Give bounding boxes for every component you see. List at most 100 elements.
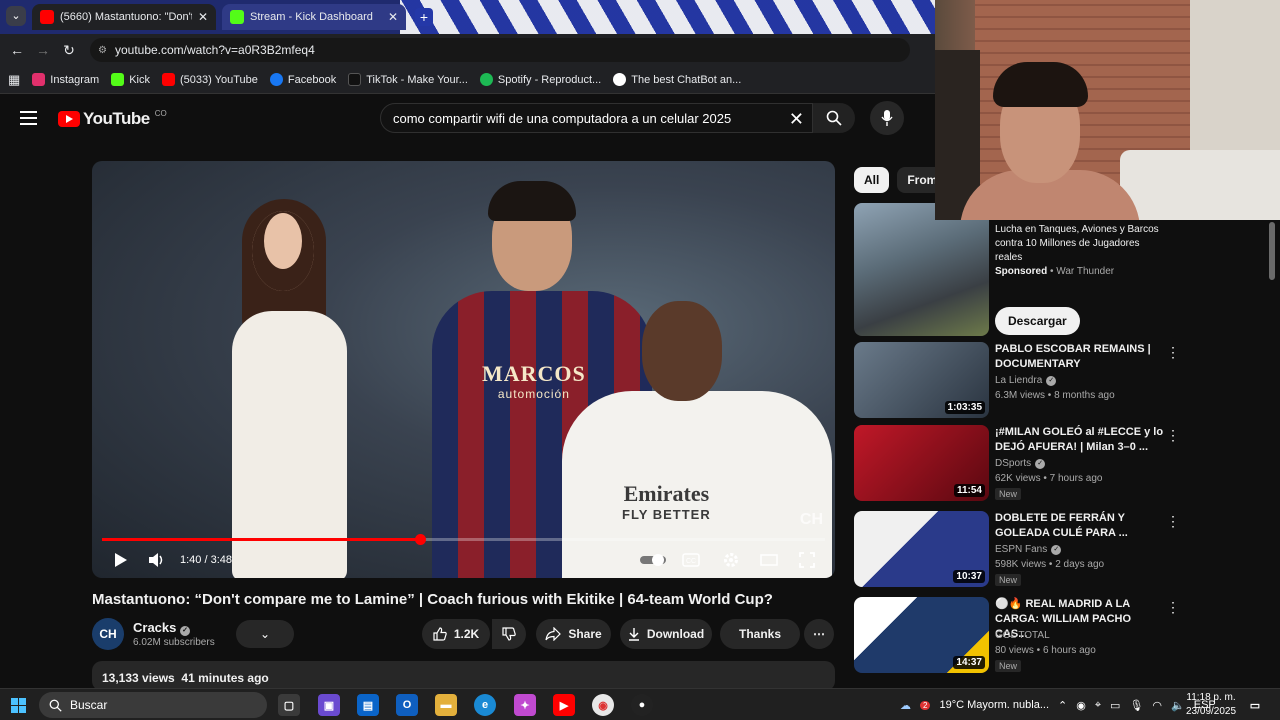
ad-download-button[interactable]: Descargar [995,307,1080,335]
voice-search-button[interactable] [870,101,904,135]
weather-icon[interactable]: ☁ [900,699,911,712]
dislike-button[interactable] [492,619,526,649]
more-vertical-icon[interactable]: ⋮ [1166,427,1180,444]
reload-icon[interactable]: ↻ [56,42,82,59]
related-channel[interactable]: GOL TOTAL [995,630,1050,641]
tab-search-button[interactable]: ⌄ [6,6,26,26]
related-video[interactable]: 1:03:35 PABLO ESCOBAR REMAINS | DOCUMENT… [854,342,1280,420]
close-icon[interactable]: ✕ [198,10,208,24]
back-arrow-icon[interactable]: ← [4,42,30,58]
site-info-icon[interactable]: ⚙ [98,45,107,56]
related-title[interactable]: ¡#MILAN GOLEÓ al #LECCE y lo DEJÓ AFUERA… [995,425,1165,455]
bookmark-youtube[interactable]: (5033) YouTube [162,73,258,86]
copilot-icon[interactable]: ✦ [514,694,536,716]
subtitles-button[interactable]: CC [680,545,702,575]
battery-icon[interactable]: ▭ [1110,699,1120,712]
more-vertical-icon[interactable]: ⋮ [1166,344,1180,361]
outlook-icon[interactable]: O [396,694,418,716]
sidebar-scrollbar[interactable] [1268,220,1276,685]
subscription-dropdown[interactable]: ⌄ [236,620,294,648]
fullscreen-icon [799,552,815,568]
close-icon[interactable]: ✕ [388,10,398,24]
thanks-button[interactable]: Thanks [720,619,800,649]
progress-bar[interactable] [102,534,825,545]
autoplay-icon [640,554,666,566]
related-title[interactable]: PABLO ESCOBAR REMAINS | DOCUMENTARY [995,342,1165,372]
chrome-icon[interactable]: ◉ [592,694,614,716]
tab-kick[interactable]: Stream - Kick Dashboard ✕ [222,4,406,30]
store-icon[interactable]: ▤ [357,694,379,716]
related-channel[interactable]: La Liendra ✓ [995,375,1057,386]
share-button[interactable]: Share [536,619,611,649]
autoplay-toggle[interactable] [640,545,666,575]
ad-text: Lucha en Tanques, Aviones y Barcos contr… [995,224,1159,263]
channel-watermark: CH [799,511,823,528]
theater-mode-button[interactable] [758,545,780,575]
video-thumbnail[interactable]: 11:54 [854,425,989,501]
fullscreen-button[interactable] [796,545,818,575]
related-title[interactable]: DOBLETE DE FERRÁN Y GOLEADA CULÉ PARA ..… [995,511,1165,541]
mic-tray-icon[interactable]: 🎙 [1129,699,1143,712]
settings-button[interactable] [720,545,742,575]
clear-search-icon[interactable]: ✕ [789,109,804,130]
weather-text[interactable]: 19°C Mayorm. nubla... [939,699,1049,711]
related-video[interactable]: 11:54 ¡#MILAN GOLEÓ al #LECCE y lo DEJÓ … [854,425,1280,503]
chevron-up-icon[interactable]: ⌃ [1058,699,1067,712]
search-button[interactable] [813,103,855,133]
more-vertical-icon[interactable]: ⋮ [1166,599,1180,616]
download-button[interactable]: Download [620,619,712,649]
video-thumbnail[interactable]: 14:37 [854,597,989,673]
description-box[interactable]: 13,133 views 41 minutes ago [92,661,835,691]
video-thumbnail[interactable]: 1:03:35 [854,342,989,418]
windows-start-icon[interactable] [11,698,26,713]
svg-text:CC: CC [686,558,696,565]
taskbar-clock[interactable]: 11:18 p. m. 23/09/2025 [1186,691,1236,719]
url-bar[interactable]: ⚙ youtube.com/watch?v=a0R3B2mfeq4 [90,38,910,62]
wifi-icon[interactable]: ◠ [1152,699,1162,712]
related-video[interactable]: 14:37 ⚪🔥 REAL MADRID A LA CARGA: WILLIAM… [854,597,1280,675]
bookmark-kick[interactable]: Kick [111,73,150,86]
video-player[interactable]: MARCOS automoción Emirates FLY BETTER CH 1… [92,161,835,578]
bookmark-instagram[interactable]: Instagram [32,73,99,86]
new-tab-button[interactable]: + [415,8,433,26]
file-explorer-icon[interactable]: ▬ [435,694,457,716]
channel-avatar[interactable]: CH [92,618,124,650]
more-actions-button[interactable]: ⋯ [804,619,834,649]
bookmark-chatbot[interactable]: The best ChatBot an... [613,73,741,86]
chip-all[interactable]: All [854,167,890,193]
related-channel[interactable]: DSports ✓ [995,458,1046,469]
sponsored-ad[interactable]: Lucha en Tanques, Aviones y Barcos contr… [854,203,1280,338]
taskbar-search[interactable]: Buscar [39,692,267,718]
channel-name[interactable]: Cracks ✓ [133,620,190,636]
youtube-logo[interactable]: YouTube CO [58,109,167,129]
more-vertical-icon[interactable]: ⋮ [1166,513,1180,530]
notification-badge: 2 [920,700,931,710]
tab-youtube[interactable]: (5660) Mastantuono: "Don't co ✕ [32,4,216,30]
apps-grid-icon[interactable]: ▦ [8,72,20,88]
play-button[interactable] [110,545,132,575]
ad-thumbnail[interactable] [854,203,989,336]
video-thumbnail[interactable]: 10:37 [854,511,989,587]
widgets-icon[interactable]: ▣ [318,694,340,716]
obs-icon[interactable]: ● [631,694,653,716]
youtube-header: YouTube CO como compartir wifi de una co… [0,97,935,141]
location-icon[interactable]: ⌖ [1095,699,1101,712]
progress-fill [102,538,421,541]
obs-tray-icon[interactable]: ◉ [1076,699,1086,712]
notifications-icon[interactable]: ▭ [1244,694,1266,716]
menu-icon[interactable] [20,111,37,125]
related-video[interactable]: 10:37 DOBLETE DE FERRÁN Y GOLEADA CULÉ P… [854,511,1280,589]
bookmark-spotify[interactable]: Spotify - Reproduct... [479,73,601,86]
bookmark-facebook[interactable]: Facebook [269,73,336,86]
speaker-icon[interactable]: 🔈 [1171,699,1185,712]
edge-icon[interactable]: e [474,694,496,716]
task-view-icon[interactable]: ▢ [278,694,300,716]
scrollbar-thumb[interactable] [1269,222,1275,280]
youtube-app-icon[interactable]: ▶ [553,694,575,716]
volume-button[interactable] [146,545,168,575]
bookmark-tiktok[interactable]: TikTok - Make Your... [348,73,468,86]
related-channel[interactable]: ESPN Fans ✓ [995,544,1062,555]
forward-arrow-icon[interactable]: → [30,42,56,58]
search-input[interactable]: como compartir wifi de una computadora a… [380,103,813,133]
like-button[interactable]: 1.2K [422,619,490,649]
